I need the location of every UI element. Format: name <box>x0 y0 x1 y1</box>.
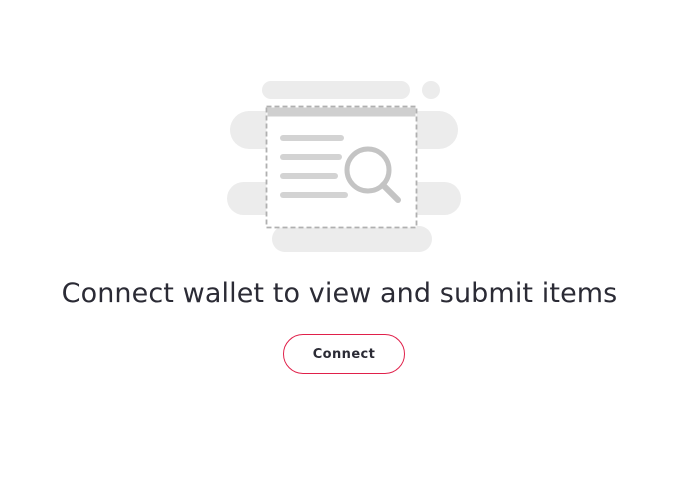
document-line <box>280 154 342 160</box>
illustration-blob <box>272 226 432 252</box>
document-line <box>280 135 344 141</box>
empty-state-title: Connect wallet to view and submit items <box>61 278 618 309</box>
empty-state: Connect wallet to view and submit items … <box>0 0 679 478</box>
document-sheet <box>265 105 418 229</box>
document-header-bar <box>267 107 416 117</box>
document-line <box>280 192 348 198</box>
document-line <box>280 173 338 179</box>
document-search-icon <box>227 81 461 252</box>
illustration-dot <box>422 81 440 99</box>
connect-button[interactable]: Connect <box>283 334 405 374</box>
illustration-blob <box>262 81 410 99</box>
